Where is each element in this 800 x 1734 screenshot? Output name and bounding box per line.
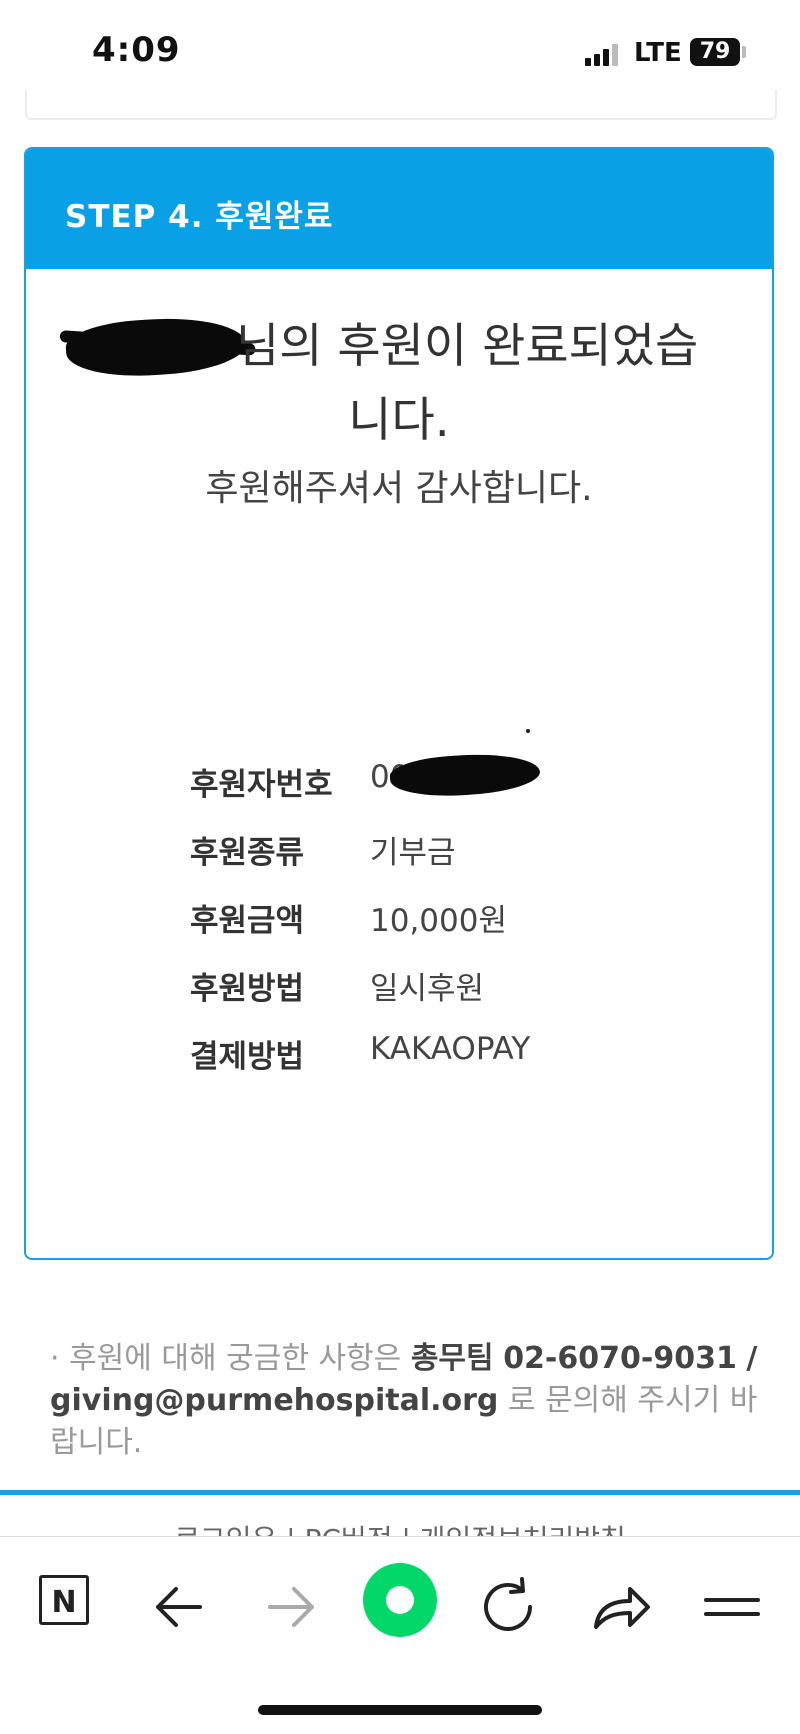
detail-label: 후원금액 xyxy=(190,903,305,939)
detail-row-amount: 후원금액 10,000원 xyxy=(190,895,690,939)
network-type: LTE xyxy=(634,38,682,68)
forward-arrow-icon[interactable] xyxy=(250,1567,330,1647)
step-header: STEP 4. 후원완료 xyxy=(26,149,772,269)
detail-row-type: 후원종류 기부금 xyxy=(190,827,690,871)
back-arrow-icon[interactable] xyxy=(140,1567,220,1647)
battery-nub xyxy=(742,46,746,58)
detail-row-payment: 결제방법 KAKAOPAY xyxy=(190,1031,690,1075)
thanks-message: 후원해주셔서 감사합니다. xyxy=(205,468,593,509)
detail-value: 일시후원 xyxy=(370,971,485,1007)
status-bar: 4:09 LTE 79 xyxy=(0,0,800,100)
step-card: STEP 4. 후원완료 님의 후원이 완료되었습 니다. 후원해주셔서 감사합… xyxy=(24,147,774,1260)
contact-phone[interactable]: 02-6070-9031 xyxy=(503,1341,737,1376)
reload-icon[interactable] xyxy=(470,1567,550,1647)
detail-label: 후원방법 xyxy=(190,971,305,1007)
status-time: 4:09 xyxy=(92,30,181,70)
footer-divider xyxy=(0,1490,800,1495)
home-indicator[interactable] xyxy=(258,1705,542,1715)
share-icon[interactable] xyxy=(580,1567,660,1647)
detail-label: 결제방법 xyxy=(190,1039,305,1075)
contact-prefix: · 후원에 대해 궁금한 사항은 xyxy=(50,1341,402,1376)
signal-icon xyxy=(585,44,621,66)
stray-dot xyxy=(526,729,530,733)
naver-home-button[interactable]: N xyxy=(39,1575,89,1625)
battery-icon: 79 xyxy=(690,38,740,66)
detail-row-donor-number: 후원자번호 00 xyxy=(190,749,690,803)
green-dot-button[interactable] xyxy=(363,1563,437,1637)
detail-label: 후원자번호 xyxy=(190,767,333,803)
redacted-donor-number xyxy=(388,749,542,801)
contact-team: 총무팀 xyxy=(410,1341,494,1376)
contact-separator: / xyxy=(746,1341,758,1376)
contact-email[interactable]: giving@purmehospital.org xyxy=(50,1383,498,1418)
detail-value: 기부금 xyxy=(370,835,456,871)
detail-value: KAKAOPAY xyxy=(370,1031,531,1067)
step-title: STEP 4. 후원완료 xyxy=(65,199,334,235)
previous-card-edge xyxy=(25,90,777,120)
detail-value: 10,000원 xyxy=(370,903,507,939)
menu-icon[interactable] xyxy=(692,1567,772,1647)
footer-links[interactable]: 로그인유 | PC버전 | 개인정보처리방침 xyxy=(0,1518,800,1538)
redacted-donor-name xyxy=(64,312,248,382)
completion-message: 님의 후원이 완료되었습 xyxy=(236,319,699,374)
completion-message-cont: 니다. xyxy=(348,393,450,448)
contact-info: · 후원에 대해 궁금한 사항은 총무팀 02-6070-9031 / givi… xyxy=(50,1338,765,1464)
detail-row-method: 후원방법 일시후원 xyxy=(190,963,690,1007)
detail-label: 후원종류 xyxy=(190,835,305,871)
